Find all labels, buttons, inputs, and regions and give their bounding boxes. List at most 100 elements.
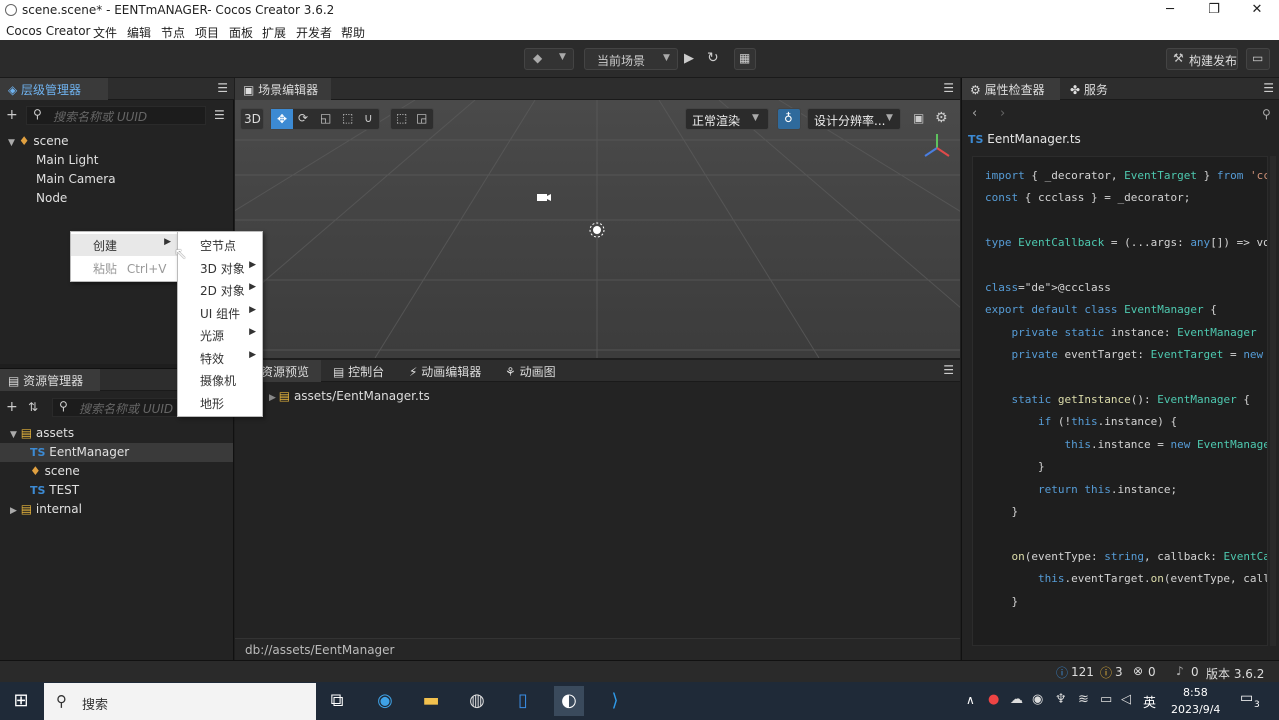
- battery-icon[interactable]: ▭: [1100, 692, 1112, 707]
- tree-item-main-camera[interactable]: Main Camera: [36, 172, 116, 191]
- menu-edit[interactable]: 编辑: [127, 24, 151, 41]
- tree-item-test[interactable]: TS TEST: [30, 483, 79, 502]
- tree-item-scene[interactable]: ▼ ♦ scene: [8, 134, 69, 153]
- submenu-3d-object[interactable]: 3D 对象 ▶: [178, 257, 262, 279]
- platform-select[interactable]: ◆ ▼: [524, 48, 574, 70]
- tree-item-eentmanager[interactable]: TS EentManager: [0, 443, 233, 462]
- vscode-icon[interactable]: ⟩: [600, 686, 630, 716]
- snap-tool-icon[interactable]: ∪: [364, 111, 373, 125]
- taskbar-search-box[interactable]: ⚲ 搜索: [44, 683, 316, 720]
- microphone-icon[interactable]: ♆: [1055, 692, 1067, 707]
- add-asset-icon[interactable]: +: [6, 399, 18, 415]
- tab-service[interactable]: ✤ 服务: [1062, 78, 1122, 100]
- menu-cocos-creator[interactable]: Cocos Creator: [6, 24, 91, 38]
- panel-menu-icon[interactable]: ☰: [943, 81, 954, 95]
- submenu-empty-node[interactable]: 空节点: [178, 234, 262, 256]
- camera-icon[interactable]: ▣: [913, 111, 924, 125]
- tab-assets[interactable]: ▤ 资源管理器: [0, 369, 100, 391]
- camera-gizmo[interactable]: [537, 194, 551, 201]
- panel-menu-icon[interactable]: ☰: [217, 81, 228, 95]
- menu-project[interactable]: 项目: [195, 24, 219, 41]
- code-line[interactable]: return this.instance;: [985, 483, 1177, 496]
- info-count[interactable]: 121: [1071, 665, 1094, 679]
- breadcrumb-root[interactable]: assets: [294, 389, 332, 403]
- context-paste[interactable]: 粘贴 Ctrl+V: [71, 257, 177, 279]
- ime-indicator[interactable]: 英: [1143, 692, 1156, 711]
- code-line[interactable]: }: [985, 460, 1045, 473]
- open-folder-button[interactable]: ▭: [1246, 48, 1270, 70]
- chevron-up-icon[interactable]: ∧: [966, 693, 975, 707]
- file-explorer-icon[interactable]: ▬: [416, 686, 446, 716]
- clock-time[interactable]: 8:58: [1183, 686, 1208, 699]
- rect-tool-icon[interactable]: ⬚: [342, 111, 353, 125]
- submenu-effects[interactable]: 特效 ▶: [178, 347, 262, 369]
- menu-developer[interactable]: 开发者: [296, 24, 332, 41]
- tree-item-scene-asset[interactable]: ♦ scene: [30, 464, 80, 483]
- list-view-icon[interactable]: ☰: [214, 108, 225, 122]
- tablet-app-icon[interactable]: ▯: [508, 686, 538, 716]
- sort-icon[interactable]: ⇅: [28, 400, 38, 414]
- submenu-camera[interactable]: 摄像机: [178, 369, 262, 391]
- tab-animation-graph[interactable]: ⚘ 动画图: [497, 360, 567, 382]
- warning-count[interactable]: 3: [1115, 665, 1123, 679]
- task-view-icon[interactable]: ⧉: [322, 686, 352, 716]
- tray-app-icon[interactable]: ◉: [1032, 692, 1043, 707]
- cocos-creator-taskbar-icon[interactable]: ◐: [554, 686, 584, 716]
- close-button[interactable]: ✕: [1235, 0, 1279, 22]
- forward-arrow-icon[interactable]: ›: [1000, 106, 1005, 121]
- wifi-icon[interactable]: ≋: [1078, 692, 1089, 707]
- menu-help[interactable]: 帮助: [341, 24, 365, 41]
- menu-extension[interactable]: 扩展: [262, 24, 286, 41]
- tab-console[interactable]: ▤ 控制台: [325, 360, 395, 382]
- minimize-button[interactable]: ─: [1148, 0, 1192, 22]
- panel-menu-icon[interactable]: ☰: [943, 363, 954, 377]
- code-scrollbar[interactable]: [1270, 156, 1276, 646]
- menu-node[interactable]: 节点: [161, 24, 185, 41]
- tab-animation-editor[interactable]: ⚡ 动画编辑器: [401, 360, 491, 382]
- code-view[interactable]: import { _decorator, EventTarget } from …: [972, 156, 1268, 646]
- app-icon[interactable]: ◍: [462, 686, 492, 716]
- clock-date[interactable]: 2023/9/4: [1171, 703, 1220, 716]
- code-line[interactable]: }: [985, 505, 1018, 518]
- scene-select[interactable]: 当前场景 ▼: [584, 48, 678, 70]
- resolution-select[interactable]: 设计分辨率... ▼: [807, 108, 901, 130]
- code-line[interactable]: static getInstance(): EventManager {: [985, 393, 1250, 406]
- code-line[interactable]: class="de">@ccclass: [985, 281, 1111, 294]
- tree-item-internal[interactable]: ▶ ▤ internal: [10, 502, 82, 521]
- code-line[interactable]: private eventTarget: EventTarget = new: [985, 348, 1264, 361]
- code-line[interactable]: const { ccclass } = _decorator;: [985, 191, 1190, 204]
- pivot-icon[interactable]: ⬚: [396, 111, 407, 125]
- code-line[interactable]: on(eventType: string, callback: EventCa: [985, 550, 1268, 563]
- windows-start-icon[interactable]: ⊞: [6, 686, 36, 716]
- move-tool-icon[interactable]: ✥: [271, 109, 293, 129]
- lighting-toggle[interactable]: ♁: [777, 108, 801, 130]
- cloud-icon[interactable]: ☁: [1010, 692, 1023, 707]
- submenu-terrain[interactable]: 地形: [178, 392, 262, 414]
- submenu-ui-component[interactable]: UI 组件 ▶: [178, 302, 262, 324]
- pin-icon[interactable]: ⚲: [1262, 107, 1271, 121]
- scene-viewport[interactable]: [235, 100, 960, 358]
- preview-grid-button[interactable]: ▦: [734, 48, 756, 70]
- code-line[interactable]: private static instance: EventManager: [985, 326, 1257, 339]
- tab-scene-editor[interactable]: ▣ 场景编辑器: [235, 78, 331, 100]
- back-arrow-icon[interactable]: ‹: [972, 106, 977, 121]
- code-line[interactable]: import { _decorator, EventTarget } from …: [985, 169, 1267, 182]
- notify-count[interactable]: 0: [1191, 665, 1199, 679]
- mode-3d-button[interactable]: 3D: [240, 108, 264, 130]
- error-count[interactable]: 0: [1148, 665, 1156, 679]
- code-line[interactable]: type EventCallback = (...args: any[]) =>…: [985, 236, 1267, 249]
- build-publish-button[interactable]: ⚒ 构建发布: [1166, 48, 1238, 70]
- code-line[interactable]: if (!this.instance) {: [985, 415, 1177, 428]
- add-node-icon[interactable]: +: [6, 107, 18, 123]
- context-create[interactable]: 创建 ▶: [71, 234, 177, 256]
- code-line[interactable]: this.instance = new EventManage: [985, 438, 1267, 451]
- panel-menu-icon[interactable]: ☰: [1263, 81, 1274, 95]
- render-mode-select[interactable]: 正常渲染 ▼: [685, 108, 769, 130]
- tab-hierarchy[interactable]: ◈ 层级管理器: [0, 78, 108, 100]
- code-line[interactable]: this.eventTarget.on(eventType, call: [985, 572, 1267, 585]
- notification-icon[interactable]: ▭: [1240, 690, 1253, 706]
- code-line[interactable]: }: [985, 595, 1018, 608]
- local-icon[interactable]: ◲: [416, 111, 427, 125]
- gear-icon[interactable]: ⚙: [935, 110, 948, 126]
- volume-icon[interactable]: ◁: [1121, 692, 1131, 707]
